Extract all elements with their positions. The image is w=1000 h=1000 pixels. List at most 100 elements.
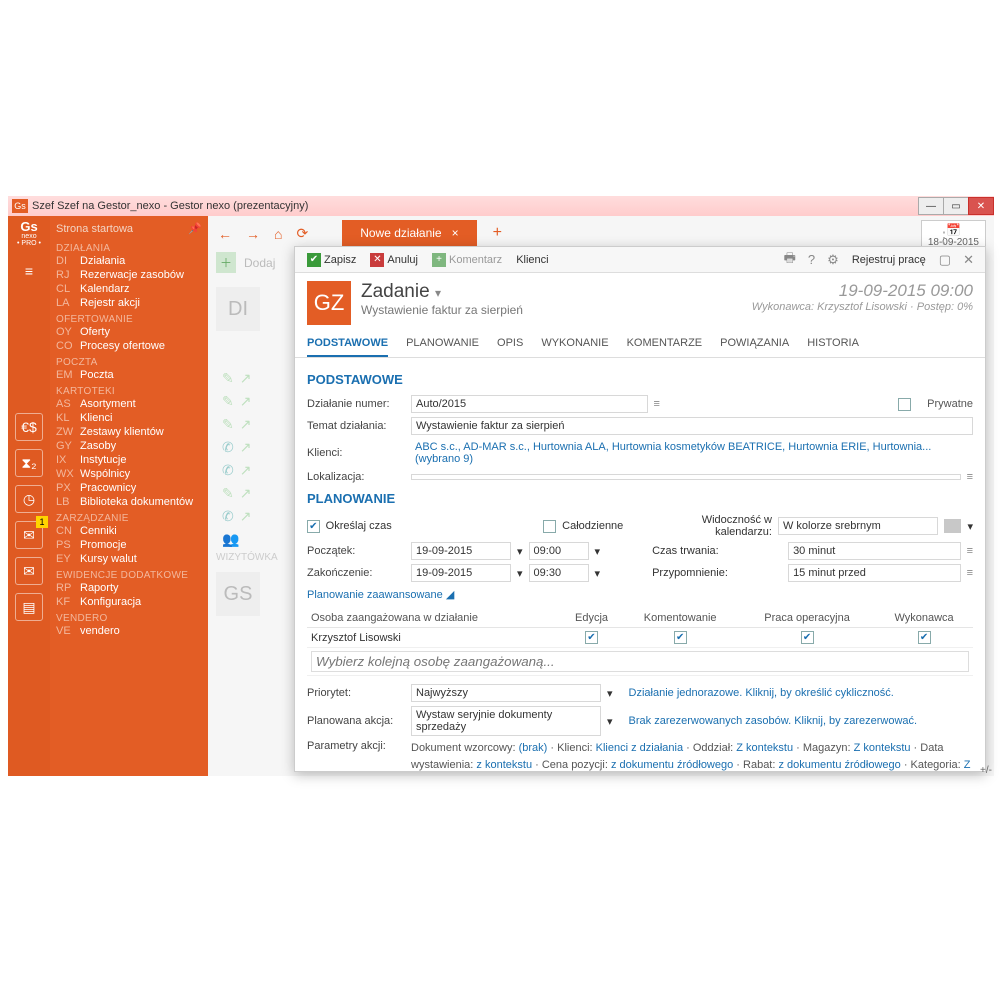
- dialog-tab[interactable]: KOMENTARZE: [627, 331, 703, 357]
- link-reserve[interactable]: Brak zarezerwowanych zasobów. Kliknij, b…: [629, 715, 918, 727]
- sidebar-item[interactable]: CLKalendarz: [56, 282, 208, 296]
- sidebar-item[interactable]: KFKonfiguracja: [56, 595, 208, 609]
- print-icon[interactable]: 🖶: [779, 247, 801, 273]
- action-parameters[interactable]: Dokument wzorcowy: (brak) · Klienci: Kli…: [411, 740, 973, 771]
- maximize-button[interactable]: ▭: [943, 197, 969, 215]
- comment-button[interactable]: +Komentarz: [426, 251, 508, 269]
- zoom-indicator[interactable]: +/-: [980, 765, 992, 776]
- currency-icon[interactable]: €$: [15, 413, 43, 441]
- nav-refresh-icon[interactable]: ⟳: [292, 221, 312, 246]
- register-work-button[interactable]: Rejestruj pracę: [846, 252, 932, 268]
- gz-badge: GZ: [307, 281, 351, 325]
- cancel-button[interactable]: ✕Anuluj: [364, 251, 424, 269]
- people-table: Osoba zaangażowana w działanieEdycjaKome…: [307, 609, 973, 676]
- sidebar-item[interactable]: OYOferty: [56, 325, 208, 339]
- dialog-tab[interactable]: PODSTAWOWE: [307, 331, 388, 357]
- checkbox-opwork[interactable]: ✔: [801, 631, 814, 644]
- certificate-icon[interactable]: ▤: [15, 593, 43, 621]
- input-end-time[interactable]: 09:30: [529, 564, 589, 582]
- help-icon[interactable]: ?: [803, 250, 820, 269]
- link-advanced-planning[interactable]: Planowanie zaawansowane ◢: [307, 589, 454, 601]
- sidebar-item[interactable]: EYKursy walut: [56, 552, 208, 566]
- sidebar-item[interactable]: COProcesy ofertowe: [56, 339, 208, 353]
- sidebar-item[interactable]: ZWZestawy klientów: [56, 425, 208, 439]
- app-icon: Gs: [12, 199, 28, 213]
- sidebar-item[interactable]: CNCenniki: [56, 524, 208, 538]
- section-basic-header: PODSTAWOWE: [307, 372, 973, 387]
- select-visibility[interactable]: W kolorze srebrnym: [778, 517, 938, 535]
- gs-tile: GS: [216, 572, 260, 616]
- nav-home-icon[interactable]: ⌂: [270, 222, 286, 246]
- sidebar-item[interactable]: GYZasoby: [56, 439, 208, 453]
- sidebar-item[interactable]: ASAsortyment: [56, 397, 208, 411]
- sidebar-item[interactable]: KLKlienci: [56, 411, 208, 425]
- checkbox-comment[interactable]: ✔: [674, 631, 687, 644]
- checkbox-executor[interactable]: ✔: [918, 631, 931, 644]
- checkbox-definetime[interactable]: ✔: [307, 520, 320, 533]
- sidebar: Gsnexo• PRO • ≡ €$ ⧗₂ ◷ ✉1 ✉ ▤ Strona st…: [8, 216, 208, 776]
- input-reminder[interactable]: 15 minut przed: [788, 564, 961, 582]
- nav-group-header: POCZTA: [56, 357, 208, 368]
- mail-with-badge-icon[interactable]: ✉1: [15, 521, 43, 549]
- gear-icon[interactable]: ⚙: [822, 250, 844, 270]
- sidebar-item[interactable]: IXInstytucje: [56, 453, 208, 467]
- dialog-tab[interactable]: POWIĄZANIA: [720, 331, 789, 357]
- label-location: Lokalizacja:: [307, 471, 405, 483]
- input-start-time[interactable]: 09:00: [529, 542, 589, 560]
- select-priority[interactable]: Najwyższy: [411, 684, 601, 702]
- input-add-person[interactable]: [311, 651, 969, 672]
- nav-start-page[interactable]: Strona startowa📌: [56, 220, 208, 239]
- nav-group-header: OFERTOWANIE: [56, 314, 208, 325]
- calendar-rail-icon[interactable]: ⧗₂: [15, 449, 43, 477]
- sidebar-item[interactable]: LARejestr akcji: [56, 296, 208, 310]
- clients-button[interactable]: Klienci: [510, 252, 554, 268]
- sidebar-item[interactable]: LBBiblioteka dokumentów: [56, 495, 208, 509]
- input-topic[interactable]: Wystawienie faktur za sierpień: [411, 417, 973, 435]
- checkbox-edit[interactable]: ✔: [585, 631, 598, 644]
- sidebar-item[interactable]: PSPromocje: [56, 538, 208, 552]
- checkbox-allday[interactable]: [543, 520, 556, 533]
- input-end-date[interactable]: 19-09-2015: [411, 564, 511, 582]
- dialog-tab[interactable]: HISTORIA: [807, 331, 859, 357]
- tab-add-icon[interactable]: +: [483, 220, 512, 246]
- menu-icon[interactable]: ≡: [15, 257, 43, 285]
- select-planned-action[interactable]: Wystaw seryjnie dokumenty sprzedaży: [411, 706, 601, 736]
- sidebar-item[interactable]: WXWspólnicy: [56, 467, 208, 481]
- content-area: ← → ⌂ ⟳ Nowe działanie× + 18-09-2015 ⋮ ＋…: [208, 216, 994, 776]
- color-swatch[interactable]: [944, 519, 961, 533]
- input-duration[interactable]: 30 minut: [788, 542, 961, 560]
- sidebar-item[interactable]: EMPoczta: [56, 368, 208, 382]
- save-button[interactable]: ✔Zapisz: [301, 251, 362, 269]
- mail-icon[interactable]: ✉: [15, 557, 43, 585]
- checkbox-private[interactable]: [898, 398, 911, 411]
- maximize-dialog-icon[interactable]: ▢: [934, 250, 956, 270]
- dialog-tab[interactable]: OPIS: [497, 331, 523, 357]
- sidebar-item[interactable]: RJRezerwacje zasobów: [56, 268, 208, 282]
- minimize-button[interactable]: —: [918, 197, 944, 215]
- nav-group-header: VENDERO: [56, 613, 208, 624]
- input-number[interactable]: Auto/2015: [411, 395, 648, 413]
- nav-back-icon[interactable]: ←: [214, 222, 236, 246]
- input-location[interactable]: [411, 474, 961, 480]
- dialog-tab[interactable]: WYKONANIE: [541, 331, 608, 357]
- sidebar-item[interactable]: RPRaporty: [56, 581, 208, 595]
- di-tile: DI: [216, 287, 260, 331]
- close-dialog-icon[interactable]: ✕: [958, 250, 979, 270]
- menu-dots-icon[interactable]: ⋮: [936, 228, 952, 248]
- dialog-tab[interactable]: PLANOWANIE: [406, 331, 479, 357]
- input-start-date[interactable]: 19-09-2015: [411, 542, 511, 560]
- nav-group-header: ZARZĄDZANIE: [56, 513, 208, 524]
- sidebar-item[interactable]: VEvendero: [56, 624, 208, 638]
- stopwatch-icon[interactable]: ◷: [15, 485, 43, 513]
- sidebar-item[interactable]: DIDziałania: [56, 254, 208, 268]
- dialog-title: Zadanie ▾: [361, 281, 523, 303]
- tab-new-action[interactable]: Nowe działanie×: [342, 220, 476, 246]
- sidebar-item[interactable]: PXPracownicy: [56, 481, 208, 495]
- tab-close-icon[interactable]: ×: [452, 226, 459, 240]
- link-clients[interactable]: ABC s.c., AD-MAR s.c., Hurtownia ALA, Hu…: [411, 439, 973, 467]
- nav-forward-icon[interactable]: →: [242, 222, 264, 246]
- close-button[interactable]: ✕: [968, 197, 994, 215]
- dialog-body: PODSTAWOWE Działanie numer: Auto/2015 ≡ …: [295, 358, 985, 771]
- link-oneoff[interactable]: Działanie jednorazowe. Kliknij, by okreś…: [629, 687, 894, 699]
- nav-group-header: EWIDENCJE DODATKOWE: [56, 570, 208, 581]
